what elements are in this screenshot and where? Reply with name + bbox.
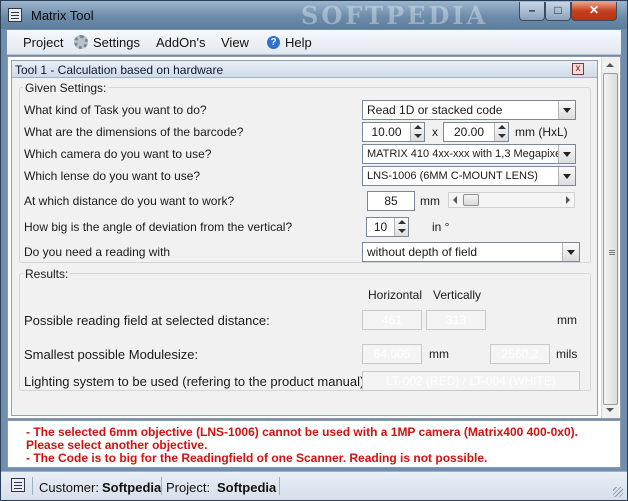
- message-area: - The selected 6mm objective (LNS-1006) …: [7, 420, 621, 468]
- lense-select[interactable]: LNS-1006 (6MM C-MOUNT LENS): [362, 166, 576, 186]
- menu-addons[interactable]: AddOn's: [156, 35, 205, 50]
- dims-label: What are the dimensions of the barcode?: [24, 125, 244, 139]
- app-icon[interactable]: [8, 8, 22, 22]
- angle-value: 10: [373, 220, 388, 234]
- project-value: Softpedia: [217, 480, 277, 495]
- chevron-down-icon[interactable]: [562, 243, 579, 261]
- results-legend: Results:: [23, 267, 71, 281]
- field-label: Possible reading field at selected dista…: [24, 313, 270, 328]
- help-icon: ?: [267, 36, 280, 49]
- col-horizontal-label: Horizontal: [368, 288, 423, 302]
- module-mils-unit-label: mils: [556, 347, 578, 361]
- chevron-down-icon[interactable]: [558, 101, 575, 119]
- camera-select[interactable]: MATRIX 410 4xx-xxx with 1,3 Megapixel: [362, 144, 576, 164]
- dim-x-label: x: [432, 125, 438, 139]
- menu-project[interactable]: Project: [23, 35, 63, 50]
- distance-slider[interactable]: [448, 192, 575, 208]
- message-line: Please select another objective.: [26, 438, 208, 452]
- reading-label: Do you need a reading with: [24, 245, 171, 259]
- title-bar[interactable]: Matrix Tool SOFTPEDIA – □ ✕: [1, 1, 627, 30]
- menu-bar: Project Settings AddOn's View ? Help: [7, 30, 621, 55]
- status-separator: [32, 477, 33, 495]
- dim-height-value: 10.00: [371, 125, 402, 139]
- dim-height-stepper[interactable]: 10.00: [362, 122, 425, 142]
- stepper-arrows-icon[interactable]: [394, 218, 408, 236]
- dim-unit-label: mm (HxL): [515, 125, 568, 139]
- angle-stepper[interactable]: 10: [366, 217, 409, 237]
- client-area: Tool 1 - Calculation based on hardware x…: [7, 56, 621, 419]
- module-mils-output: 2560.2: [490, 344, 550, 364]
- status-bar: Customer: Softpedia Project: Softpedia: [1, 471, 627, 500]
- scroll-left-icon[interactable]: [453, 196, 457, 204]
- given-settings-legend: Given Settings:: [23, 81, 109, 95]
- lense-label: Which lense do you want to use?: [24, 169, 201, 183]
- task-select[interactable]: Read 1D or stacked code: [362, 100, 576, 120]
- task-label: What kind of Task you want to do?: [24, 103, 207, 117]
- scroll-up-icon[interactable]: [606, 63, 614, 67]
- window-title: Matrix Tool: [31, 8, 94, 23]
- reading-select-value: without depth of field: [367, 245, 478, 259]
- message-line: - The selected 6mm objective (LNS-1006) …: [26, 425, 578, 439]
- angle-label: How big is the angle of deviation from t…: [24, 220, 293, 234]
- field-horizontal-output: 461: [362, 310, 422, 330]
- camera-select-value: MATRIX 410 4xx-xxx with 1,3 Megapixel: [367, 148, 564, 160]
- distance-input[interactable]: 85: [367, 191, 415, 211]
- chevron-down-icon[interactable]: [558, 167, 575, 185]
- lense-select-value: LNS-1006 (6MM C-MOUNT LENS): [367, 170, 538, 182]
- menu-view[interactable]: View: [221, 35, 249, 50]
- message-line: - The Code is to big for the Readingfiel…: [26, 451, 488, 465]
- module-mm-output: 64.005: [362, 344, 422, 364]
- field-vertical-output: 313: [426, 310, 486, 330]
- maximize-button[interactable]: □: [545, 2, 571, 21]
- scroll-down-icon[interactable]: [606, 408, 614, 412]
- chevron-down-icon[interactable]: [558, 145, 575, 163]
- panel-header: Tool 1 - Calculation based on hardware x: [12, 61, 597, 78]
- vertical-scrollbar[interactable]: [601, 57, 619, 418]
- status-separator: [279, 477, 280, 495]
- distance-unit-label: mm: [420, 194, 440, 208]
- menu-help[interactable]: Help: [285, 35, 312, 50]
- app-icon: [11, 478, 25, 492]
- customer-value: Softpedia: [102, 480, 162, 495]
- gear-icon: [74, 35, 88, 49]
- tool-panel: Tool 1 - Calculation based on hardware x…: [11, 60, 598, 416]
- close-button[interactable]: ✕: [571, 2, 617, 21]
- panel-title: Tool 1 - Calculation based on hardware: [15, 63, 224, 77]
- scroll-right-icon[interactable]: [566, 196, 570, 204]
- project-label: Project:: [166, 480, 211, 495]
- reading-select[interactable]: without depth of field: [362, 242, 580, 262]
- stepper-arrows-icon[interactable]: [494, 123, 508, 141]
- menu-settings[interactable]: Settings: [93, 35, 140, 50]
- field-unit-label: mm: [557, 313, 577, 327]
- resize-grip-icon[interactable]: [613, 487, 623, 497]
- module-label: Smallest possible Modulesize:: [24, 347, 199, 362]
- panel-close-button[interactable]: x: [572, 63, 584, 75]
- scrollbar-thumb[interactable]: [603, 73, 618, 405]
- task-select-value: Read 1D or stacked code: [367, 103, 503, 117]
- dim-length-value: 20.00: [453, 125, 485, 139]
- angle-unit-label: in °: [432, 220, 450, 234]
- light-label: Lighting system to be used (refering to …: [24, 374, 368, 389]
- light-output: LT-002 (RED) / LT-004 (WHITE): [362, 371, 580, 391]
- distance-label: At which distance do you want to work?: [24, 194, 235, 208]
- watermark: SOFTPEDIA: [301, 1, 489, 30]
- dim-length-stepper[interactable]: 20.00: [443, 122, 509, 142]
- stepper-arrows-icon[interactable]: [410, 123, 424, 141]
- customer-label: Customer:: [39, 480, 99, 495]
- module-mm-unit-label: mm: [429, 347, 449, 361]
- slider-thumb[interactable]: [463, 194, 479, 206]
- minimize-button[interactable]: –: [519, 2, 545, 21]
- grip-icon: [609, 250, 615, 251]
- col-vertically-label: Vertically: [433, 288, 482, 302]
- main-window: Matrix Tool SOFTPEDIA – □ ✕ Project Sett…: [0, 0, 628, 501]
- camera-label: Which camera do you want to use?: [24, 147, 212, 161]
- status-separator: [161, 477, 162, 495]
